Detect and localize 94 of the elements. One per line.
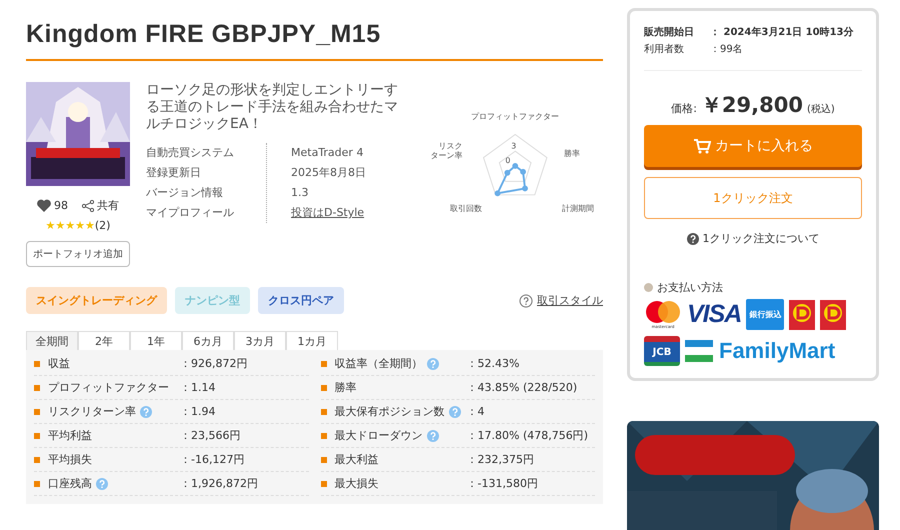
share-link[interactable]: 共有 [82, 198, 119, 213]
payment-title: お支払い方法 [657, 280, 723, 295]
store-logo-icon [820, 300, 846, 330]
stat-label: 収益率（全期間） [334, 356, 422, 371]
style-tag[interactable]: クロス円ペア [258, 287, 344, 314]
tick-label: 0 [505, 156, 510, 165]
bullet-icon [320, 456, 326, 462]
spec-label: 登録更新日 [146, 165, 202, 181]
star-icon: ★ [75, 219, 86, 232]
stat-value: ：52.43% [466, 356, 520, 371]
bullet-icon [34, 384, 40, 390]
cart-icon [693, 138, 711, 154]
bullet-icon [644, 283, 653, 292]
axis-label: 勝率 [564, 149, 580, 158]
stat-label: 平均利益 [48, 428, 92, 443]
help-icon[interactable] [519, 294, 533, 308]
stripes-icon [685, 340, 713, 362]
axis-label: ターン率 [430, 151, 462, 160]
stat-label: 最大損失 [334, 476, 378, 491]
period-tab[interactable]: 3カ月 [234, 331, 286, 350]
spec-label: 自動売買システム [146, 145, 235, 161]
spec-label: バージョン情報 [146, 185, 224, 201]
author-link[interactable]: 投資はD-Style [291, 206, 364, 219]
period-tab[interactable]: 1年 [130, 331, 182, 350]
stat-label: 最大ドローダウン [334, 428, 422, 443]
stat-label: プロフィットファクター [48, 380, 169, 395]
bullet-icon [34, 480, 40, 486]
bank-transfer-logo: 銀行振込 [746, 299, 784, 330]
stat-value: ：926,872円 [180, 356, 248, 371]
stat-label: 平均損失 [48, 452, 92, 467]
bullet-icon [34, 456, 40, 462]
stat-value: ：4 [466, 404, 484, 419]
spec-value: 1.3 [291, 186, 308, 199]
radar-chart-drawing [482, 134, 548, 196]
bullet-icon [320, 408, 326, 414]
period-tab[interactable]: 1カ月 [286, 331, 338, 350]
stat-label: 最大利益 [334, 452, 378, 467]
familymart-logo: FamilyMart [719, 338, 836, 364]
axis-label: 取引回数 [450, 204, 482, 213]
info-value: ：99名 [710, 43, 744, 56]
stat-value: ：23,566円 [180, 428, 240, 443]
axis-label: プロフィットファクター [470, 112, 559, 121]
help-icon[interactable] [686, 232, 698, 244]
tick-label: 3 [510, 141, 516, 150]
add-portfolio-button[interactable]: ポートフォリオ追加 [26, 241, 130, 267]
stat-value: ：17.80% (478,756円) [466, 428, 588, 443]
stat-value: ：1.94 [180, 404, 216, 419]
star-icon: ★ [65, 219, 76, 232]
star-icon: ★ [85, 219, 95, 232]
info-label: 販売開始日 [644, 26, 695, 39]
bullet-icon [320, 480, 326, 486]
stat-value: ：43.85% (228/520) [466, 380, 578, 395]
spec-value: 2025年8月8日 [291, 166, 366, 179]
period-tab[interactable]: 2年 [78, 331, 130, 350]
star-icon: ★ [46, 219, 56, 232]
period-tab[interactable]: 全期間 [26, 331, 78, 350]
stat-label: リスクリターン率 [48, 404, 136, 419]
visa-logo: VISA [687, 300, 742, 329]
share-icon [82, 200, 94, 212]
bullet-icon [320, 432, 326, 438]
stat-value: ：-16,127円 [180, 452, 244, 467]
stat-label: 勝率 [334, 380, 356, 395]
store-logo-icon [789, 300, 816, 330]
bullet-icon [34, 408, 40, 414]
axis-label: リスク [438, 141, 462, 150]
bullet-icon [320, 384, 326, 390]
bullet-icon [34, 432, 40, 438]
product-title: Kingdom FIRE GBPJPY_M15 [26, 0, 603, 61]
spec-label: マイプロフィール [146, 205, 235, 221]
spec-value: MetaTrader 4 [291, 146, 364, 159]
price-value: ￥29,800 [700, 92, 803, 119]
info-label: 利用者数 [644, 42, 685, 56]
period-tab[interactable]: 6カ月 [182, 331, 234, 350]
stat-label: 口座残高 [48, 476, 92, 491]
stat-label: 最大保有ポジション数 [334, 404, 444, 419]
stat-value: ：1,926,872円 [180, 476, 258, 491]
stat-value: ：-131,580円 [466, 476, 538, 491]
stat-value: ：232,375円 [466, 452, 534, 467]
stat-label: 収益 [48, 356, 70, 371]
tax-note: (税込) [806, 102, 835, 116]
bullet-icon [34, 360, 40, 366]
star-icon: ★ [55, 219, 66, 232]
like-count[interactable]: 98 [37, 199, 68, 212]
axis-label: 計測期間 [562, 204, 594, 213]
jcb-logo: JCB [644, 336, 680, 366]
info-value: ： 2024年3月21日 10時13分 [710, 26, 855, 39]
stat-value: ：1.14 [180, 380, 216, 395]
trade-style-link[interactable]: 取引スタイル [537, 293, 603, 308]
product-description: ローソク足の形状を判定しエントリーする王道のトレード手法を組み合わせたマルチロジックEA！ [146, 82, 399, 133]
price-label: 価格: [671, 101, 697, 116]
bullet-icon [320, 360, 326, 366]
one-click-help-link[interactable]: 1クリック注文について [702, 231, 820, 246]
review-count[interactable]: (2) [94, 219, 110, 232]
heart-icon [37, 199, 51, 212]
